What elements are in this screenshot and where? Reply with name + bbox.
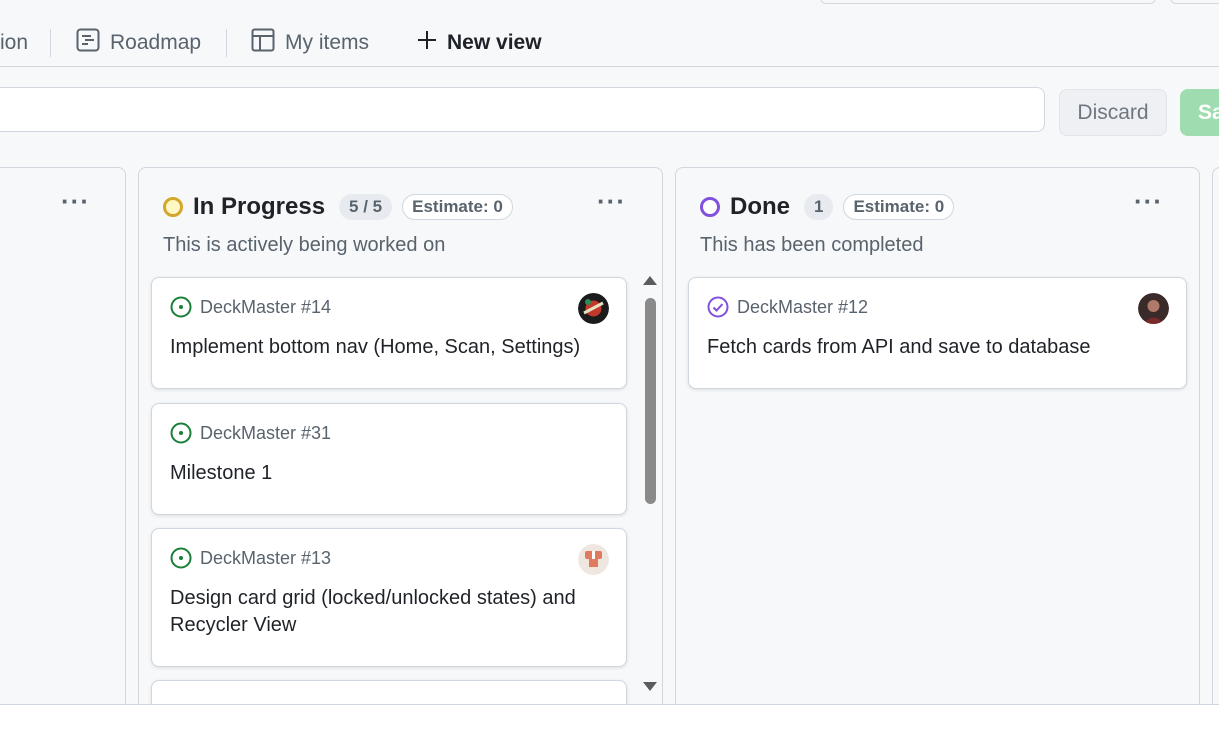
column-menu-button[interactable]: ··· bbox=[61, 186, 90, 217]
tab-my-items[interactable]: My items bbox=[251, 22, 369, 64]
tabs-divider bbox=[0, 66, 1219, 67]
issue-reference[interactable]: DeckMaster #31 bbox=[170, 422, 331, 444]
open-issue-icon bbox=[170, 422, 192, 444]
tab-label: ion bbox=[0, 31, 29, 54]
issue-card[interactable]: DeckMaster #14 Implement bottom nav (Hom… bbox=[151, 277, 627, 389]
issue-card[interactable]: DeckMaster #13 Design card grid (locked/… bbox=[151, 528, 627, 667]
open-issue-icon bbox=[170, 547, 192, 569]
save-button[interactable]: Sa bbox=[1180, 89, 1219, 136]
column-header: In Progress 5 / 5 Estimate: 0 bbox=[163, 192, 650, 222]
column-header: Done 1 Estimate: 0 bbox=[700, 192, 1187, 222]
plus-icon bbox=[417, 30, 437, 56]
column-description: This has been completed bbox=[700, 234, 924, 256]
tab-label: Roadmap bbox=[110, 31, 202, 54]
view-tabs: ion Roadmap My items New view bbox=[0, 22, 1219, 66]
column-menu-button[interactable]: ··· bbox=[597, 186, 626, 217]
tab-divider bbox=[50, 29, 51, 57]
column-done: Done 1 Estimate: 0 ··· This has been com… bbox=[675, 167, 1200, 727]
in-progress-status-icon bbox=[163, 197, 183, 217]
tab-label: My items bbox=[285, 31, 369, 54]
table-icon bbox=[251, 28, 275, 58]
estimate-badge: Estimate: 0 bbox=[843, 194, 955, 220]
new-view-button[interactable]: New view bbox=[417, 22, 542, 64]
column-title: In Progress bbox=[193, 193, 326, 220]
column-title: Done bbox=[730, 193, 790, 220]
assignee-avatar[interactable] bbox=[1138, 293, 1169, 324]
issue-ref-label: DeckMaster #13 bbox=[200, 547, 332, 568]
column-partial-right bbox=[1212, 167, 1219, 727]
closed-issue-icon bbox=[707, 296, 729, 318]
item-count-badge: 1 bbox=[804, 194, 834, 220]
discard-button[interactable]: Discard bbox=[1059, 89, 1167, 136]
issue-card[interactable]: DeckMaster #31 Milestone 1 bbox=[151, 403, 627, 515]
scroll-up-arrow[interactable] bbox=[643, 276, 657, 285]
toolbar-button-stub[interactable] bbox=[820, 0, 1156, 4]
assignee-avatar[interactable] bbox=[578, 293, 609, 324]
toolbar-button-stub-right[interactable] bbox=[1170, 0, 1219, 4]
filter-input[interactable] bbox=[0, 87, 1045, 132]
issue-card[interactable]: DeckMaster #12 Fetch cards from API and … bbox=[688, 277, 1187, 389]
estimate-badge: Estimate: 0 bbox=[402, 194, 513, 220]
issue-reference[interactable]: DeckMaster #14 bbox=[170, 296, 331, 318]
issue-ref-label: DeckMaster #31 bbox=[200, 422, 332, 443]
assignee-avatar[interactable] bbox=[578, 544, 609, 575]
issue-title[interactable]: Fetch cards from API and save to databas… bbox=[707, 334, 1168, 361]
column-description: This is actively being worked on bbox=[163, 234, 446, 256]
scrollbar-thumb[interactable] bbox=[645, 298, 656, 504]
roadmap-icon bbox=[76, 28, 100, 58]
tab-roadmap[interactable]: Roadmap bbox=[76, 22, 201, 64]
issue-ref-label: DeckMaster #14 bbox=[200, 296, 332, 317]
issue-title[interactable]: Milestone 1 bbox=[170, 460, 608, 487]
open-issue-icon bbox=[170, 296, 192, 318]
issue-reference[interactable]: DeckMaster #13 bbox=[170, 547, 331, 569]
done-status-icon bbox=[700, 197, 720, 217]
column-menu-button[interactable]: ··· bbox=[1134, 186, 1163, 217]
issue-reference[interactable]: DeckMaster #12 bbox=[707, 296, 868, 318]
scroll-down-arrow[interactable] bbox=[643, 682, 657, 691]
issue-title[interactable]: Implement bottom nav (Home, Scan, Settin… bbox=[170, 334, 608, 361]
issue-ref-label: DeckMaster #12 bbox=[737, 296, 869, 317]
column-partial: ··· bbox=[0, 167, 126, 727]
tab-label: New view bbox=[447, 31, 542, 54]
tab-partial[interactable]: ion bbox=[0, 22, 28, 64]
tab-divider bbox=[226, 29, 227, 57]
item-count-badge: 5 / 5 bbox=[339, 194, 393, 220]
issue-title[interactable]: Design card grid (locked/unlocked states… bbox=[170, 585, 608, 639]
bottom-bar bbox=[0, 704, 1219, 753]
